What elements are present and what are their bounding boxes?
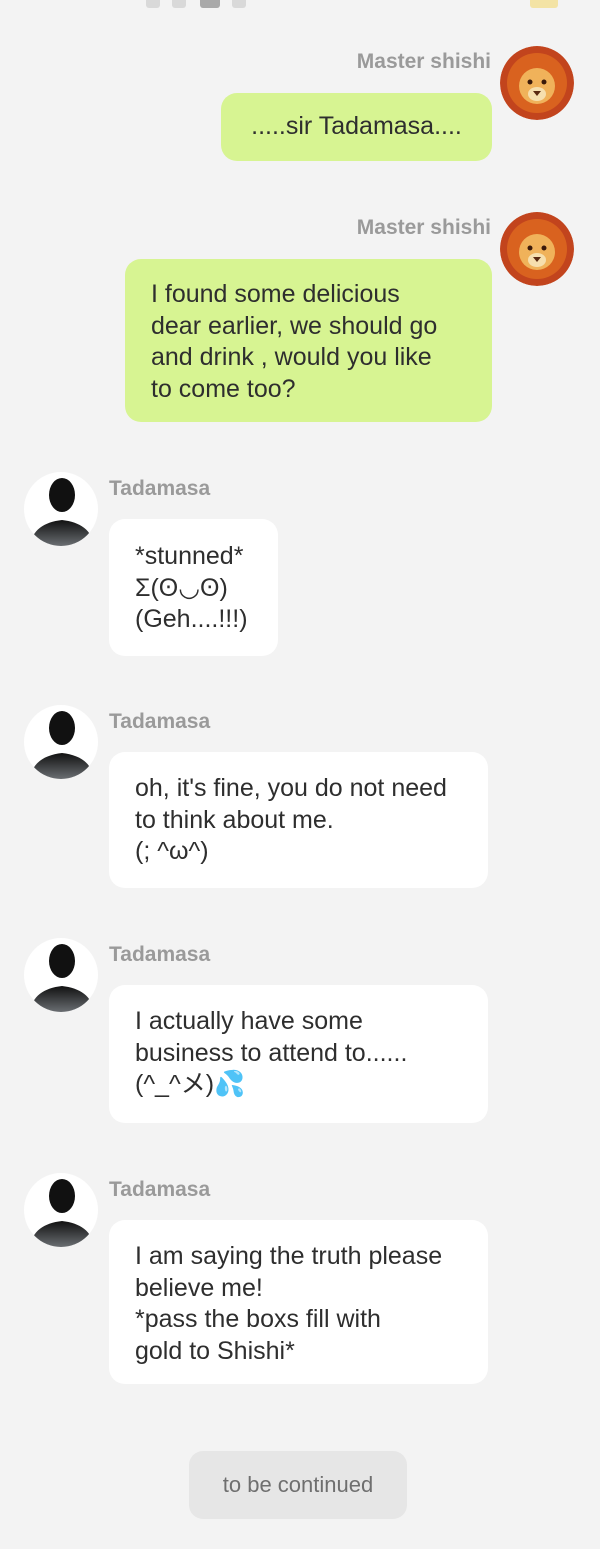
- status-icon: [172, 0, 186, 8]
- message-bubble[interactable]: oh, it's fine, you do not need to think …: [109, 752, 488, 888]
- sender-name: Tadamasa: [109, 1178, 211, 1201]
- silhouette-icon[interactable]: [24, 705, 98, 779]
- continued-badge: to be continued: [189, 1451, 407, 1519]
- lion-icon[interactable]: [500, 212, 574, 286]
- message-bubble[interactable]: .....sir Tadamasa....: [221, 93, 492, 161]
- silhouette-icon[interactable]: [24, 472, 98, 546]
- sender-name: Tadamasa: [109, 943, 211, 966]
- battery-icon: [530, 0, 558, 8]
- lion-icon[interactable]: [500, 46, 574, 120]
- silhouette-icon[interactable]: [24, 1173, 98, 1247]
- status-icon: [232, 0, 246, 8]
- sender-name: Master shishi: [356, 216, 491, 239]
- sender-name: Tadamasa: [109, 477, 211, 500]
- sender-name: Master shishi: [356, 50, 491, 73]
- message-bubble[interactable]: I am saying the truth please believe me!…: [109, 1220, 488, 1384]
- chat-screen: Master shishi .....sir Tadamasa.... Mast…: [0, 0, 600, 1549]
- sender-name: Tadamasa: [109, 710, 211, 733]
- message-bubble[interactable]: *stunned* Σ(ʘ◡ʘ) (Geh....!!!): [109, 519, 278, 656]
- silhouette-icon[interactable]: [24, 938, 98, 1012]
- message-bubble[interactable]: I actually have some business to attend …: [109, 985, 488, 1123]
- status-icon: [146, 0, 160, 8]
- status-bar: [0, 0, 600, 14]
- status-icon: [200, 0, 220, 8]
- message-bubble[interactable]: I found some delicious dear earlier, we …: [125, 259, 492, 422]
